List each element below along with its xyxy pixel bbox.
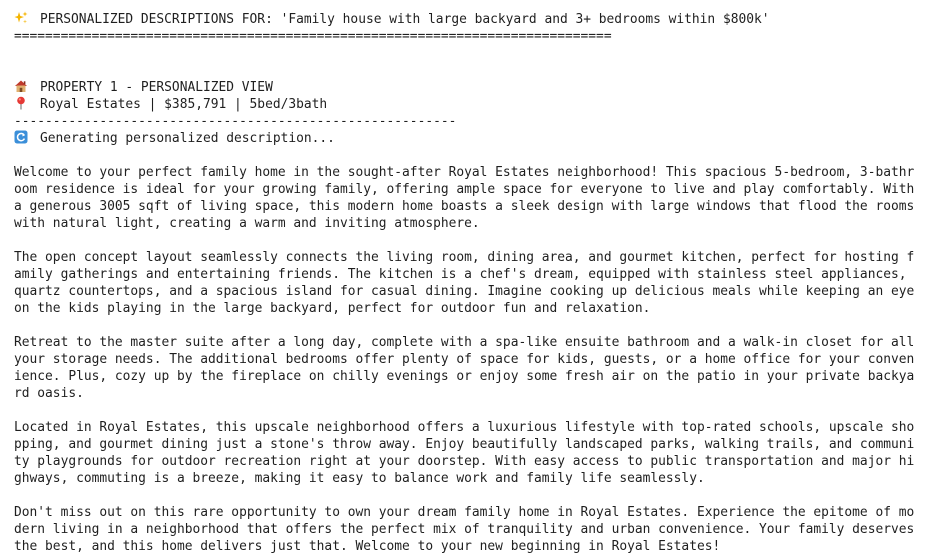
description-paragraph: Don't miss out on this rare opportunity … xyxy=(14,504,919,555)
property-separator: ----------------------------------------… xyxy=(14,114,457,129)
description-paragraph: The open concept layout seamlessly conne… xyxy=(14,249,919,317)
description-line: your storage needs. The additional bedro… xyxy=(14,352,915,367)
description-line: pping, and gourmet dining just a stone's… xyxy=(14,437,915,452)
header-title: PERSONALIZED DESCRIPTIONS FOR: 'Family h… xyxy=(40,12,770,27)
header-line: PERSONALIZED DESCRIPTIONS FOR: 'Family h… xyxy=(14,11,919,28)
property-summary-line: Royal Estates | $385,791 | 5bed/3bath xyxy=(14,96,919,113)
description-line: the best, and this home delivers just th… xyxy=(14,539,721,554)
description-line: Don't miss out on this rare opportunity … xyxy=(14,505,915,520)
terminal-output: PERSONALIZED DESCRIPTIONS FOR: 'Family h… xyxy=(14,11,919,555)
description-line: with natural light, creating a warm and … xyxy=(14,216,480,231)
description-line: oom residence is ideal for your growing … xyxy=(14,182,915,197)
description-line: rd oasis. xyxy=(14,386,84,401)
property-heading-line: PROPERTY 1 - PERSONALIZED VIEW xyxy=(14,79,919,96)
refresh-icon xyxy=(14,130,28,144)
header-separator: ========================================… xyxy=(14,29,612,44)
description-line: ghways, commuting is a breeze, making it… xyxy=(14,471,705,486)
description-line: ience. Plus, cozy up by the fireplace on… xyxy=(14,369,915,384)
sparkles-icon xyxy=(14,11,28,25)
house-icon xyxy=(14,79,28,93)
status-line: Generating personalized description... xyxy=(14,130,919,147)
description-line: The open concept layout seamlessly conne… xyxy=(14,250,915,265)
description-paragraph: Retreat to the master suite after a long… xyxy=(14,334,919,402)
description-line: a generous 3005 sqft of living space, th… xyxy=(14,199,915,214)
description-line: amily gatherings and entertaining friend… xyxy=(14,267,907,282)
property-heading: PROPERTY 1 - PERSONALIZED VIEW xyxy=(40,80,273,95)
description-line: quartz countertops, and a spacious islan… xyxy=(14,284,915,299)
description-paragraph: Welcome to your perfect family home in t… xyxy=(14,164,919,232)
description-line: Retreat to the master suite after a long… xyxy=(14,335,915,350)
description-line: on the kids playing in the large backyar… xyxy=(14,301,651,316)
status-text: Generating personalized description... xyxy=(40,131,335,146)
round-pushpin-icon xyxy=(14,96,28,110)
description-line: dern living in a neighborhood that offer… xyxy=(14,522,915,537)
description-paragraph: Located in Royal Estates, this upscale n… xyxy=(14,419,919,487)
property-summary: Royal Estates | $385,791 | 5bed/3bath xyxy=(40,97,328,112)
description-line: Welcome to your perfect family home in t… xyxy=(14,165,915,180)
description-line: ty playgrounds for outdoor recreation ri… xyxy=(14,454,915,469)
description-line: Located in Royal Estates, this upscale n… xyxy=(14,420,915,435)
description: Welcome to your perfect family home in t… xyxy=(14,164,919,555)
